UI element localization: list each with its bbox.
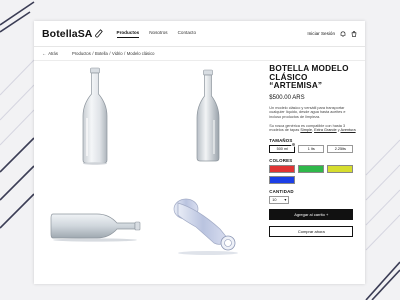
compat-link-extra-grande[interactable]: Extra Grande — [314, 128, 337, 132]
product-description: Un modelo clásico y versátil para transp… — [269, 105, 346, 119]
bottle-upright-angle-image — [197, 69, 220, 162]
sizes-label: TAMAÑOS — [269, 137, 293, 143]
product-image-front[interactable] — [42, 65, 148, 167]
arrow-left-icon: ← — [42, 51, 47, 56]
cart-icon[interactable] — [351, 30, 357, 37]
color-options — [269, 164, 357, 184]
breadcrumb-item-botella[interactable]: Botella — [95, 51, 108, 56]
quantity-select[interactable]: 10 ▾ — [269, 195, 290, 204]
breadcrumb-item-vidrio[interactable]: Vidrio — [112, 51, 123, 56]
nav-productos-link[interactable]: Productos — [116, 30, 140, 38]
nav-nosotros-link[interactable]: Nosotros — [149, 30, 167, 38]
nav-actions: Iniciar Sesión — [307, 30, 357, 37]
bottle-lying-image — [50, 213, 141, 242]
color-swatch-blue[interactable] — [269, 175, 296, 184]
back-button[interactable]: ← Atrás — [42, 51, 60, 56]
main-menu: Productos Nosotros Contacto — [116, 30, 207, 38]
product-main: BOTELLA MODELO CLÁSICO “ARTEMISA” $500.0… — [34, 61, 365, 273]
bell-icon[interactable] — [340, 30, 346, 37]
add-to-cart-button[interactable]: Agregar al carrito + — [269, 208, 354, 220]
product-page-window: BotellaSA Productos Nosotros Contacto In… — [34, 21, 365, 284]
quantity-label: CANTIDAD — [269, 188, 294, 194]
brand-name: BotellaSA — [42, 27, 93, 40]
compat-link-simple[interactable]: Simple — [300, 128, 312, 132]
product-price: $500.00 ARS — [269, 94, 305, 101]
brand-logo[interactable]: BotellaSA — [42, 28, 103, 40]
back-label: Atrás — [48, 51, 58, 56]
buy-now-button[interactable]: Comprar ahora — [269, 225, 354, 237]
color-swatch-red[interactable] — [269, 164, 296, 173]
compat-link-aventura[interactable]: Aventura — [340, 128, 355, 132]
login-link[interactable]: Iniciar Sesión — [307, 31, 335, 36]
product-compatibility: Su rosca genérica es compatible con hast… — [269, 123, 356, 133]
product-gallery — [42, 65, 261, 273]
product-info-panel: BOTELLA MODELO CLÁSICO “ARTEMISA” $500.0… — [269, 64, 357, 273]
breadcrumb: Productos / Botella / Vidrio / Modelo clásico — [71, 51, 155, 56]
product-image-perspective[interactable] — [156, 175, 262, 273]
bottle-upright-image — [82, 67, 108, 165]
top-navbar: BotellaSA Productos Nosotros Contacto In… — [34, 21, 365, 47]
nav-contacto-link[interactable]: Contacto — [178, 30, 196, 38]
breadcrumb-bar: ← Atrás Productos / Botella / Vidrio / Modelo … — [34, 47, 365, 61]
quantity-value: 10 — [272, 197, 277, 202]
bottle-perspective-image — [174, 198, 239, 255]
bottle-logo-icon — [94, 29, 103, 38]
product-image-lying[interactable] — [42, 175, 148, 273]
product-title: BOTELLA MODELO CLÁSICO “ARTEMISA” — [269, 64, 349, 91]
breadcrumb-current: Modelo clásico — [126, 51, 155, 56]
colors-label: COLORES — [269, 157, 293, 163]
breadcrumb-item-productos[interactable]: Productos — [72, 51, 91, 56]
size-option-2-25lts[interactable]: 2.25lts — [327, 144, 354, 153]
color-swatch-yellow[interactable] — [327, 164, 354, 173]
product-image-angle[interactable] — [156, 65, 262, 167]
size-option-1lts[interactable]: 1 lts — [298, 144, 325, 153]
color-swatch-green[interactable] — [298, 164, 325, 173]
size-option-500ml[interactable]: 500 ml — [269, 141, 297, 153]
chevron-down-icon: ▾ — [284, 198, 287, 203]
size-options: 500 ml 1 lts 2.25lts — [269, 141, 357, 153]
